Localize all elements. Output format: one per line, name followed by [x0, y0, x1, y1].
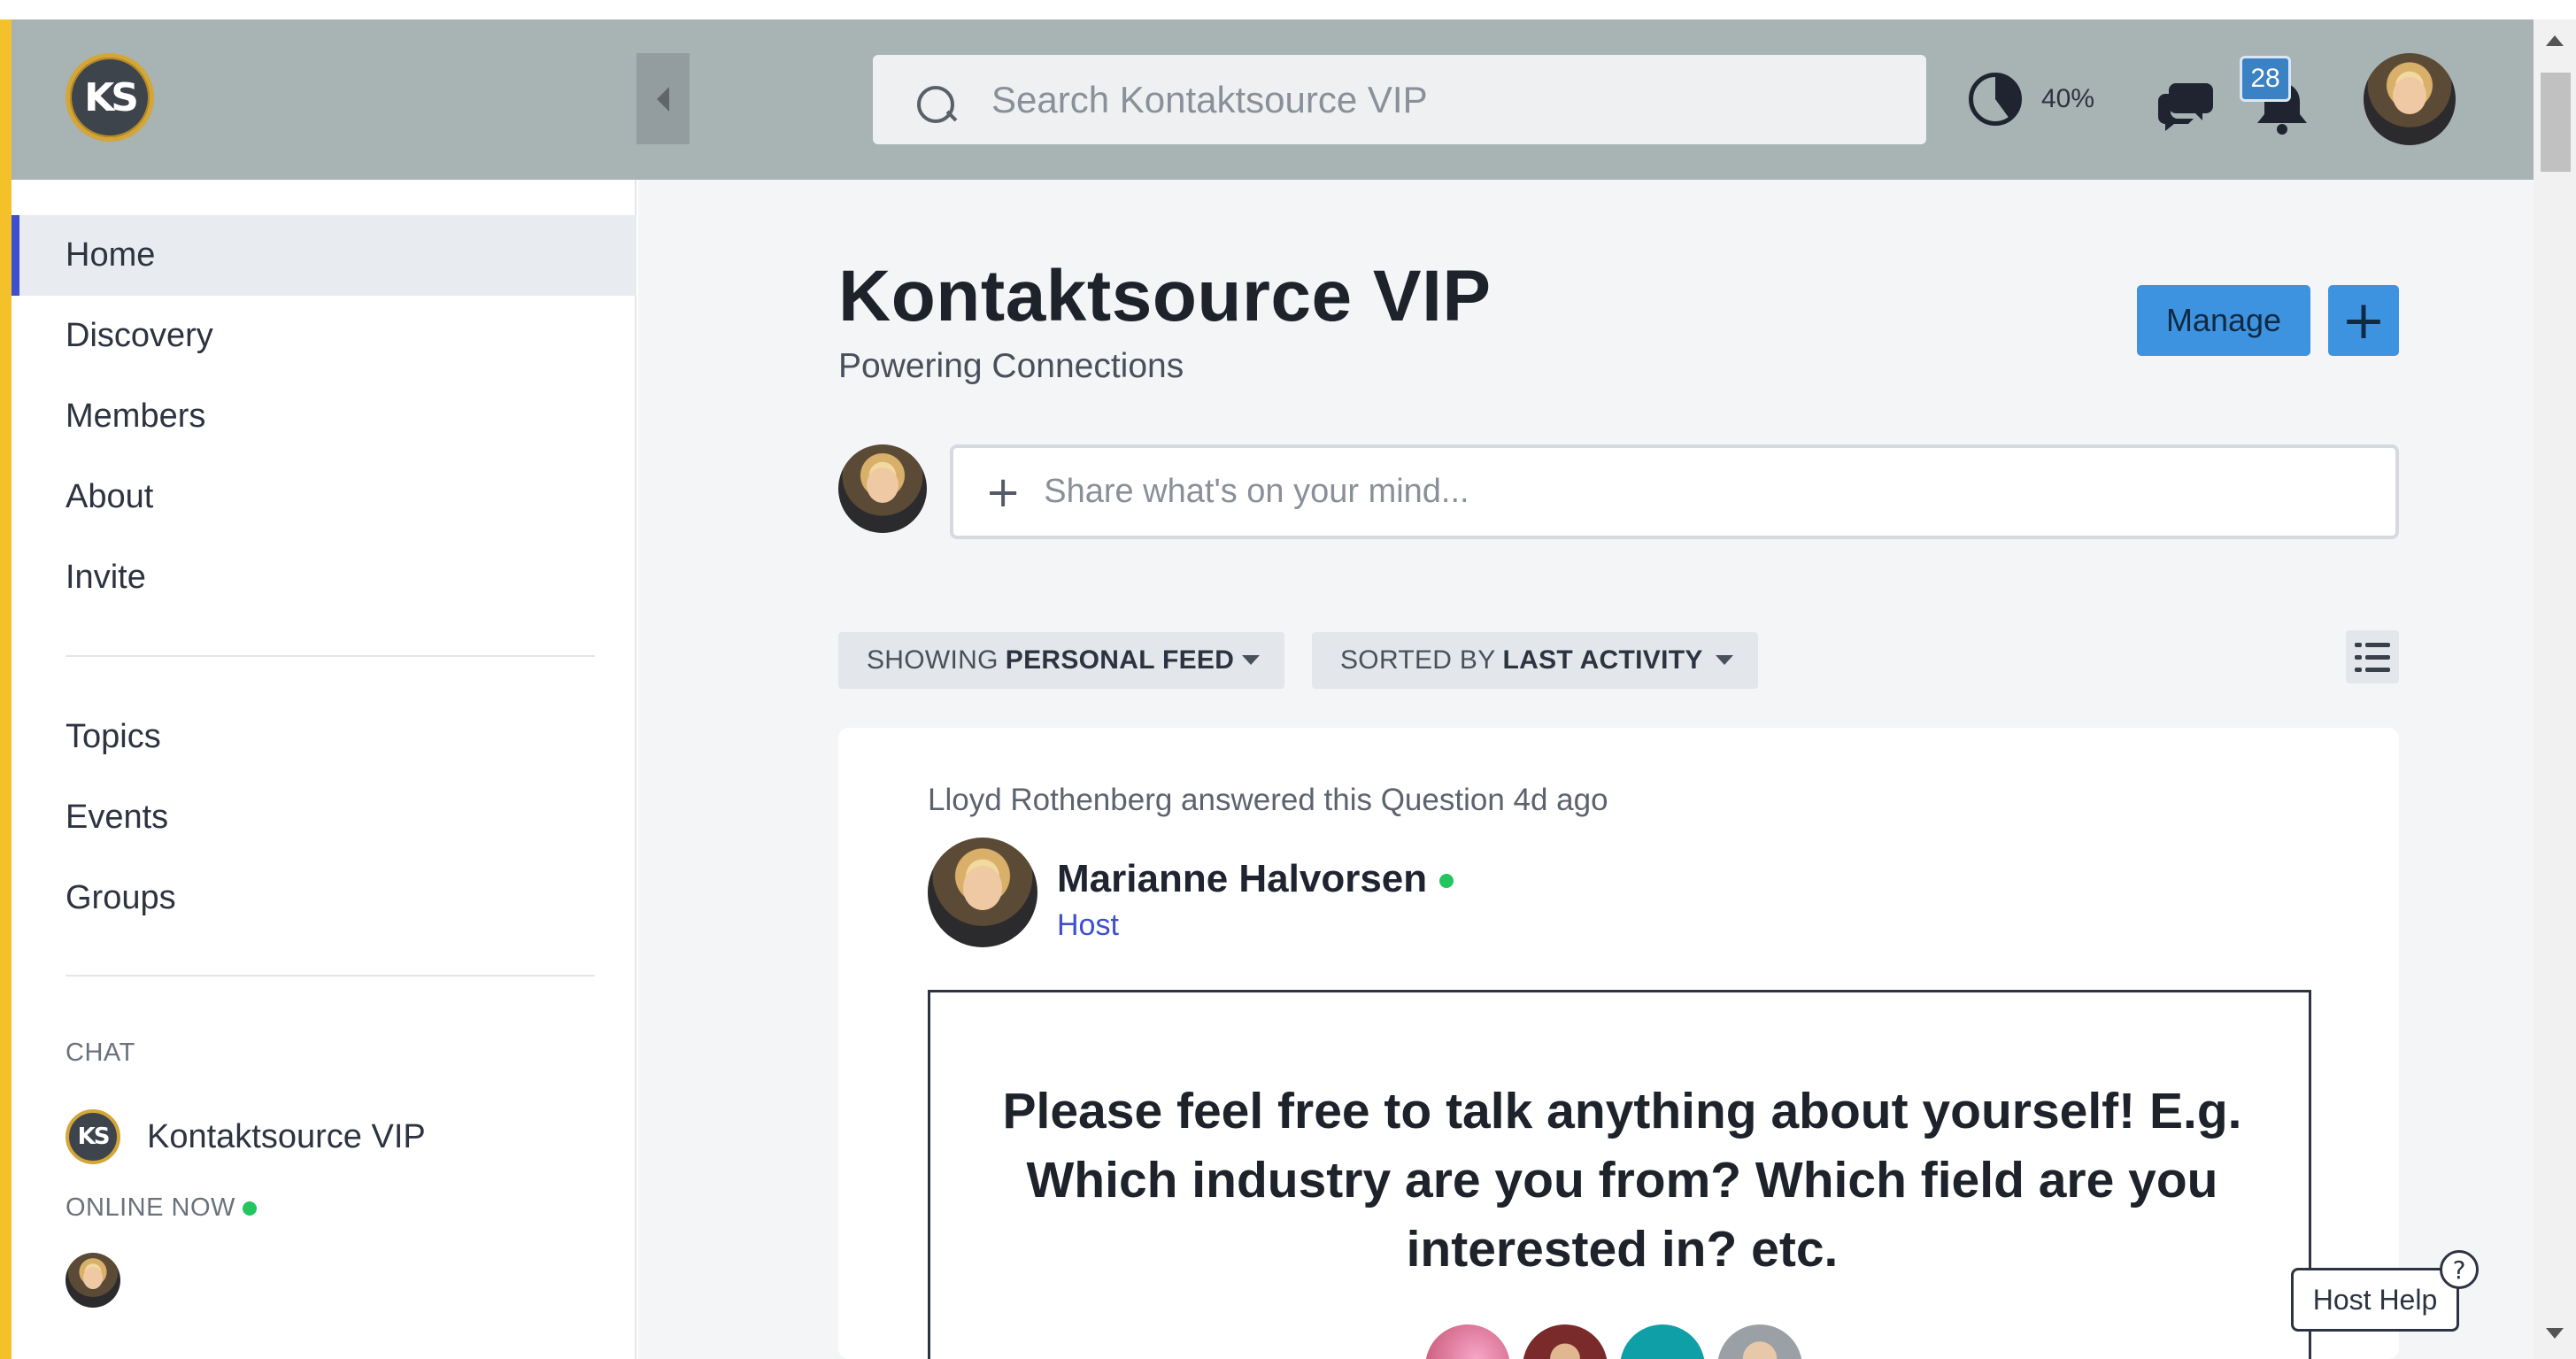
search-bar[interactable]	[873, 55, 1926, 144]
app-window: KS 40% 28 Home Discovery Members About I…	[0, 0, 2576, 1359]
help-question-icon: ?	[2440, 1250, 2479, 1289]
add-button[interactable]: +	[2328, 285, 2399, 356]
host-help-button[interactable]: Host Help	[2291, 1268, 2459, 1332]
notification-count-badge: 28	[2240, 56, 2291, 102]
participant-initial: M	[1643, 1351, 1683, 1359]
window-left-edge	[0, 19, 12, 1359]
list-line	[2365, 643, 2390, 647]
author-role: Host	[1057, 908, 1119, 942]
sidebar-divider	[66, 655, 595, 657]
search-input[interactable]	[991, 78, 1788, 121]
list-bullet	[2355, 643, 2362, 647]
chat-item-kontaktsource[interactable]: KS Kontaktsource VIP	[66, 1109, 426, 1164]
feed-filter-value: PERSONAL FEED	[1005, 645, 1235, 675]
post-composer[interactable]: +	[950, 444, 2399, 539]
online-user-avatar[interactable]	[66, 1253, 120, 1308]
page-subtitle: Powering Connections	[838, 347, 1184, 385]
plus-icon: +	[985, 467, 1022, 517]
chat-item-label: Kontaktsource VIP	[147, 1117, 426, 1155]
online-status-dot	[1439, 874, 1454, 889]
author-name[interactable]: Marianne Halvorsen	[1057, 857, 1454, 901]
sort-filter-prefix: SORTED BY	[1340, 645, 1496, 675]
list-bullet	[2355, 655, 2362, 660]
author-name-text: Marianne Halvorsen	[1057, 857, 1428, 900]
list-view-button[interactable]	[2346, 630, 2399, 683]
collapse-sidebar-button[interactable]	[636, 53, 690, 144]
sidebar-item-groups[interactable]: Groups	[12, 858, 636, 938]
sidebar-item-members[interactable]: Members	[12, 376, 636, 457]
chat-section-label: CHAT	[66, 1039, 135, 1067]
sidebar-item-invite[interactable]: Invite	[12, 537, 636, 618]
logo-text: KS	[84, 74, 139, 120]
caret-down-icon	[1242, 655, 1260, 665]
online-status-dot	[242, 1201, 257, 1216]
question-box[interactable]: Please feel free to talk anything about …	[928, 990, 2311, 1359]
sidebar-divider	[66, 975, 595, 977]
online-now-label: ONLINE NOW	[66, 1193, 257, 1223]
sidebar: Home Discovery Members About Invite Topi…	[12, 180, 636, 1359]
page-title: Kontaktsource VIP	[838, 256, 1492, 336]
sidebar-item-discovery[interactable]: Discovery	[12, 296, 636, 376]
chat-logo-text: KS	[77, 1123, 111, 1150]
sidebar-item-topics[interactable]: Topics	[12, 697, 636, 777]
scrollbar-thumb[interactable]	[2541, 73, 2571, 172]
user-avatar[interactable]	[2364, 53, 2456, 145]
scroll-down-arrow-icon[interactable]	[2546, 1328, 2564, 1339]
chat-logo-icon: KS	[66, 1109, 120, 1164]
scroll-up-arrow-icon[interactable]	[2546, 35, 2564, 46]
sidebar-item-about[interactable]: About	[12, 457, 636, 537]
caret-down-icon	[1716, 655, 1733, 665]
online-now-text: ONLINE NOW	[66, 1193, 235, 1222]
post-activity-text: Lloyd Rothenberg answered this Question …	[928, 783, 1608, 817]
scrollbar-track[interactable]	[2534, 19, 2576, 1359]
composer-avatar	[838, 444, 927, 533]
sort-filter-dropdown[interactable]: SORTED BY LAST ACTIVITY	[1312, 632, 1758, 689]
manage-button[interactable]: Manage	[2137, 285, 2310, 356]
setup-progress[interactable]: 40%	[1969, 73, 2094, 126]
feed-filter-dropdown[interactable]: SHOWING PERSONAL FEED	[838, 632, 1284, 689]
feed-filter-prefix: SHOWING	[867, 645, 999, 675]
author-avatar[interactable]	[928, 838, 1037, 947]
list-line	[2365, 668, 2390, 672]
sort-filter-value: LAST ACTIVITY	[1502, 645, 1703, 675]
progress-label: 40%	[2041, 84, 2095, 113]
sidebar-item-events[interactable]: Events	[12, 777, 636, 858]
search-icon	[915, 79, 958, 123]
question-text: Please feel free to talk anything about …	[1002, 1083, 2242, 1278]
chevron-left-icon	[657, 86, 669, 112]
composer-input[interactable]	[1044, 473, 2284, 511]
list-bullet	[2355, 668, 2362, 672]
sidebar-item-home[interactable]: Home	[12, 215, 636, 296]
chat-bubbles-icon[interactable]	[2158, 78, 2215, 131]
progress-pie-icon	[1969, 73, 2022, 126]
window-top-edge	[0, 0, 2576, 19]
community-logo[interactable]: KS	[66, 53, 154, 142]
list-line	[2365, 655, 2390, 660]
